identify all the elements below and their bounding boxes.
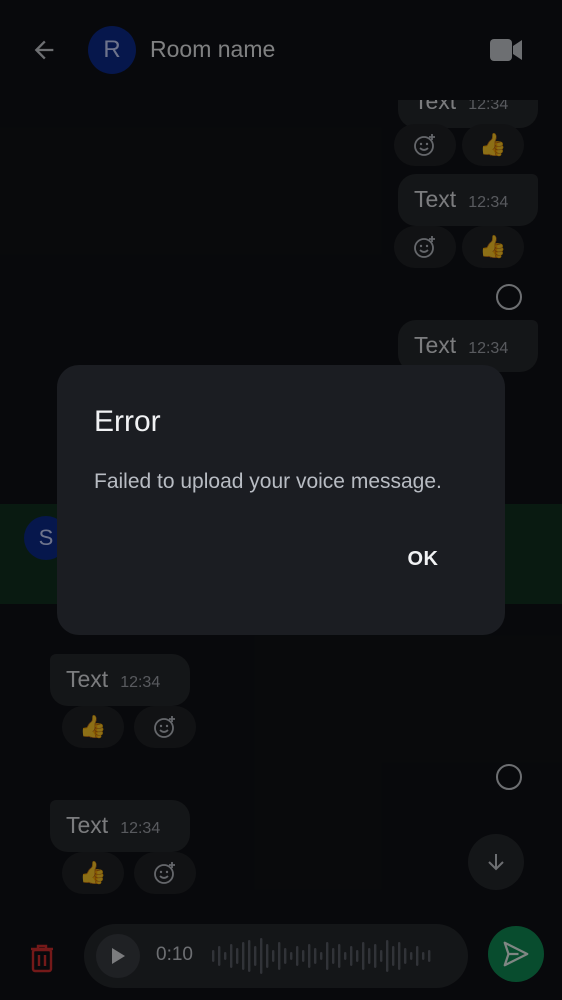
dialog-title: Error <box>94 405 161 438</box>
dialog-message: Failed to upload your voice message. <box>94 470 442 493</box>
ok-button[interactable]: OK <box>393 537 453 581</box>
error-dialog: Error Failed to upload your voice messag… <box>57 365 505 635</box>
